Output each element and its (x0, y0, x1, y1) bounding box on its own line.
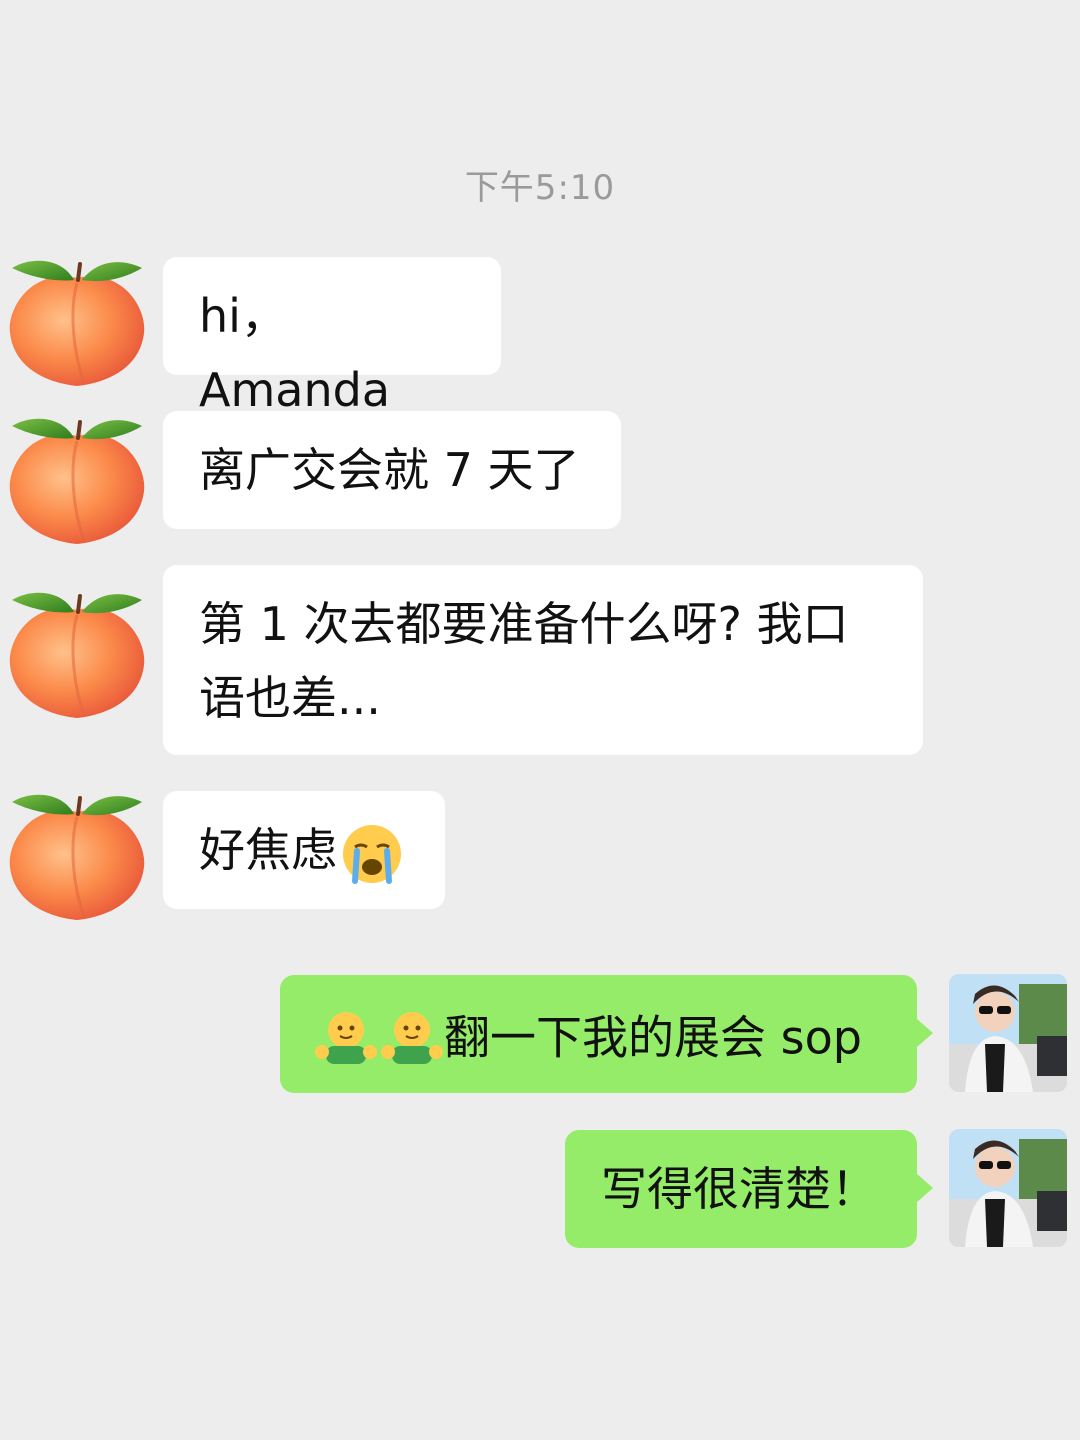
message-bubble[interactable]: 离广交会就 7 天了 (163, 411, 621, 529)
message-text: hi，Amanda (199, 289, 391, 417)
chat-timestamp: 下午5:10 (464, 168, 616, 208)
hugging-face-icon (380, 1008, 444, 1068)
message-bubble[interactable]: 第 1 次去都要准备什么呀? 我口语也差... (163, 565, 923, 755)
user-photo-avatar[interactable] (949, 1129, 1067, 1247)
message-text: 离广交会就 7 天了 (199, 443, 580, 497)
message-text: 好焦虑 (199, 823, 337, 877)
user-photo-avatar[interactable] (949, 974, 1067, 1092)
peach-icon[interactable] (2, 238, 152, 388)
peach-icon[interactable] (2, 570, 152, 720)
peach-icon[interactable] (2, 772, 152, 922)
peach-icon[interactable] (2, 396, 152, 546)
crying-face-icon (341, 823, 403, 885)
message-bubble[interactable]: hi，Amanda (163, 257, 501, 417)
message-bubble[interactable]: 写得很清楚！ (565, 1130, 933, 1248)
message-text: 第 1 次去都要准备什么呀? 我口语也差... (199, 597, 849, 725)
message-bubble[interactable]: 好焦虑 (163, 791, 445, 909)
hugging-face-icon (314, 1008, 378, 1068)
message-bubble[interactable]: 翻一下我的展会 sop (280, 975, 933, 1093)
message-text: 写得很清楚！ (601, 1162, 877, 1216)
message-text: 翻一下我的展会 sop (444, 1010, 862, 1065)
